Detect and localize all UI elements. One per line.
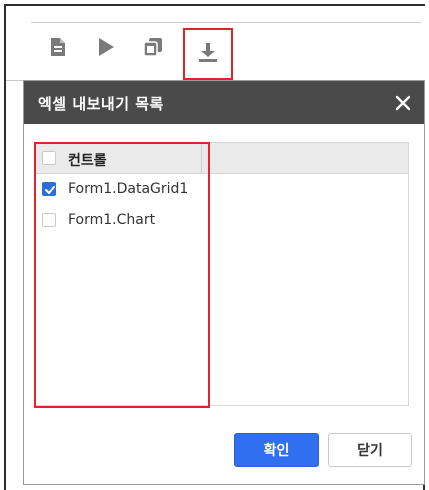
toolbar-top-rule	[31, 22, 421, 23]
list-item[interactable]: Form1.Chart	[36, 205, 408, 235]
ok-button[interactable]: 확인	[234, 433, 319, 467]
document-button[interactable]	[44, 33, 72, 61]
play-icon	[97, 37, 115, 57]
download-icon	[197, 41, 219, 67]
copy-icon	[143, 37, 163, 57]
select-all-checkbox[interactable]	[42, 151, 56, 165]
document-icon	[49, 37, 67, 57]
copy-button[interactable]	[139, 33, 167, 61]
dialog-title: 엑셀 내보내기 목록	[38, 95, 164, 113]
row-checkbox[interactable]	[42, 182, 56, 196]
row-checkbox[interactable]	[42, 213, 56, 227]
excel-export-dialog: 엑셀 내보내기 목록 컨트롤 Form1.DataGrid1 Form1.Cha…	[23, 80, 425, 485]
list-header-divider	[201, 143, 202, 173]
list-header-row: 컨트롤	[36, 143, 408, 174]
close-button[interactable]	[392, 92, 414, 114]
list-header-label: 컨트롤	[68, 153, 107, 169]
close-icon	[392, 95, 414, 118]
cancel-button[interactable]: 닫기	[328, 433, 412, 467]
export-list: 컨트롤 Form1.DataGrid1 Form1.Chart	[35, 142, 409, 406]
list-item[interactable]: Form1.DataGrid1	[36, 174, 408, 204]
dialog-header: 엑셀 내보내기 목록	[24, 81, 424, 124]
download-button[interactable]	[183, 28, 233, 80]
list-item-label: Form1.Chart	[68, 212, 156, 228]
toolbar	[6, 6, 425, 81]
list-item-label: Form1.DataGrid1	[68, 181, 189, 197]
play-button[interactable]	[92, 33, 120, 61]
